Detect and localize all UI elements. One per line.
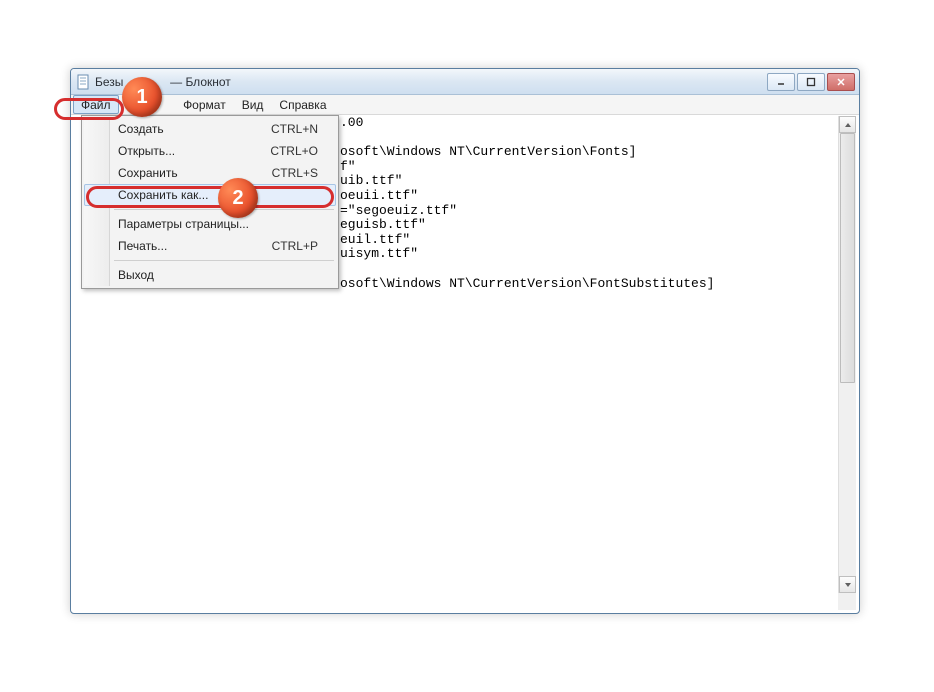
scrollbar-corner [838,593,856,610]
titlebar[interactable]: Безы — Блокнот [71,69,859,95]
menu-item-label: Параметры страницы... [118,217,249,231]
menubar: Файл Правка Формат Вид Справка [71,95,859,115]
maximize-button[interactable] [797,73,825,91]
menu-item-shortcut: CTRL+S [272,166,318,180]
menu-item-label: Создать [118,122,164,136]
menu-item-label: Открыть... [118,144,175,158]
window-controls [767,73,855,91]
menu-item-print[interactable]: Печать... CTRL+P [84,235,336,257]
close-button[interactable] [827,73,855,91]
menu-item-shortcut: CTRL+O [270,144,318,158]
scroll-thumb[interactable] [840,133,855,383]
menu-item-save[interactable]: Сохранить CTRL+S [84,162,336,184]
menu-item-exit[interactable]: Выход [84,264,336,286]
menu-item-label: Сохранить [118,166,178,180]
notepad-icon [75,74,91,90]
menu-item-save-as[interactable]: Сохранить как... [84,184,336,206]
menu-item-new[interactable]: Создать CTRL+N [84,118,336,140]
menu-item-open[interactable]: Открыть... CTRL+O [84,140,336,162]
menu-separator [114,260,334,261]
menu-format[interactable]: Формат [175,95,234,114]
scroll-up-button[interactable] [839,116,856,133]
editor-text[interactable]: .00 osoft\Windows NT\CurrentVersion\Font… [336,116,837,291]
window-title: Безы — Блокнот [95,75,767,89]
menu-item-label: Печать... [118,239,167,253]
menu-item-shortcut: CTRL+P [272,239,318,253]
scroll-track[interactable] [839,133,856,576]
menu-item-page-setup[interactable]: Параметры страницы... [84,213,336,235]
menu-separator [114,209,334,210]
vertical-scrollbar[interactable] [838,116,856,593]
menu-help[interactable]: Справка [271,95,334,114]
notepad-window: Безы — Блокнот Файл Правка Формат Вид Сп… [70,68,860,614]
menu-item-label: Выход [118,268,154,282]
menu-file[interactable]: Файл [73,95,119,114]
file-menu-dropdown: Создать CTRL+N Открыть... CTRL+O Сохрани… [81,115,339,289]
menu-view[interactable]: Вид [234,95,272,114]
scroll-down-button[interactable] [839,576,856,593]
menu-item-label: Сохранить как... [118,188,208,202]
minimize-button[interactable] [767,73,795,91]
menu-item-shortcut: CTRL+N [271,122,318,136]
